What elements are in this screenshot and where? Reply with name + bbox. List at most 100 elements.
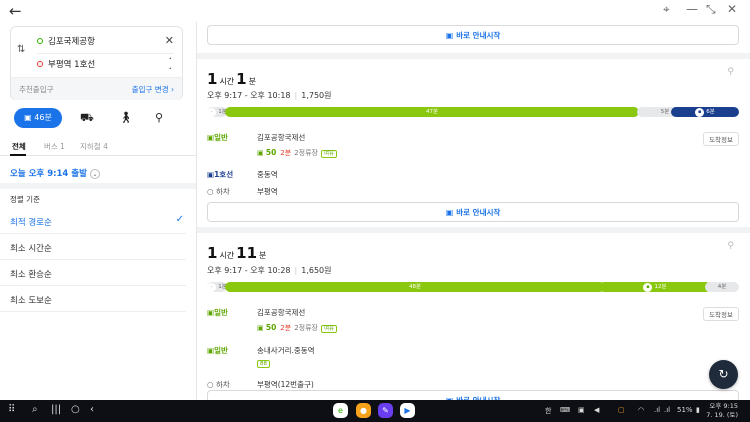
route-card-previous: ▣ 바로 안내시작 — [197, 22, 750, 53]
timeline-segment-bus: 47분 — [225, 107, 639, 117]
shrink-icon[interactable]: ⤡ — [706, 2, 716, 17]
sort-option-walk[interactable]: 최소 도보순 — [0, 286, 186, 312]
route-timeline: · 1분 47분 5분 ▪ 6분 — [207, 107, 739, 117]
leg-mode: ▣일반 — [207, 133, 228, 142]
back-icon[interactable]: ‹ — [90, 404, 94, 415]
apps-grid-icon[interactable]: ⠿ — [8, 404, 15, 415]
fare: 1,650원 — [301, 266, 332, 275]
system-taskbar: ⠿ ⌕ ||| ○ ‹ e ● ✎ ▶ 한 ⌨ ▣ ◀ ▢ ◠ .ıl .ıl … — [0, 400, 750, 422]
refresh-icon: ↻ — [718, 367, 729, 381]
battery-icon: ▮ — [696, 406, 700, 414]
arrival-info-button[interactable]: 도착정보 — [703, 307, 739, 321]
time-range: 오후 9:17 - 오후 10:28 — [207, 266, 291, 275]
left-panel: ⇅ 김포국제공항 ✕ 부평역 1호선 ··· 추천출입구 출입구 변경 › ▣ … — [0, 22, 196, 400]
arrival-info-button[interactable]: 도착정보 — [703, 132, 739, 146]
home-icon[interactable]: ○ — [71, 404, 80, 415]
leg-mode: ▣일반 — [207, 308, 228, 317]
bookmark-pin-icon[interactable]: ⚲ — [727, 67, 734, 77]
sort-option-optimal[interactable]: 최적 경로순 ✓ — [0, 208, 186, 234]
route-times: 오후 9:17 - 오후 10:18 | 1,750원 — [207, 91, 332, 100]
entrance-change-link[interactable]: 출입구 변경 › — [132, 84, 174, 95]
nav-button-label: 바로 안내시작 — [456, 31, 501, 40]
departure-text: 오늘 오후 9:14 출발 — [10, 169, 87, 179]
sort-option-transfer[interactable]: 최소 환승순 — [0, 260, 186, 286]
start-navigation-button[interactable]: ▣바로 안내시작 — [207, 202, 739, 222]
tab-bus[interactable]: 버스 1 — [44, 141, 65, 152]
route-results-list[interactable]: ▣ 바로 안내시작 1 시간 1 분 ⚲ 오후 9:17 - 오후 10:18 | 1,75… — [197, 22, 750, 400]
route-tabs: 전체 버스 1 지하철 4 — [0, 138, 196, 156]
minimize-icon[interactable]: — — [686, 2, 698, 16]
app-icon[interactable]: ● — [356, 403, 371, 418]
nav-button-label: 바로 안내시작 — [456, 208, 501, 217]
leg-stop: 김포공항국제선 — [257, 133, 306, 142]
mode-transit-button[interactable]: ▣ 46분 — [14, 108, 62, 128]
close-window-icon[interactable]: ✕ — [727, 2, 737, 16]
notes-app-icon[interactable]: ✎ — [378, 403, 393, 418]
route-times: 오후 9:17 - 오후 10:28 | 1,650원 — [207, 266, 332, 275]
route-card-next: ▣바로 안내시작 — [197, 388, 750, 400]
top-bar: ← ⌖ — ⤡ ✕ — [0, 0, 750, 22]
clock-time: 오후 9:15 — [709, 402, 738, 410]
screenshot-icon[interactable]: ▣ — [578, 406, 585, 414]
sort-title: 정렬 기준 — [10, 195, 40, 204]
origin-field[interactable]: 김포국제공항 — [37, 35, 95, 47]
keyboard-icon[interactable]: ⌨ — [560, 406, 570, 414]
volume-icon[interactable]: ◀ — [594, 406, 599, 414]
start-navigation-button[interactable]: ▣바로 안내시작 — [207, 25, 739, 45]
route-duration: 1 시간 1 분 — [207, 70, 256, 88]
edge-app-icon[interactable]: e — [333, 403, 348, 418]
transit-time: 46분 — [34, 113, 52, 122]
start-navigation-button[interactable]: ▣바로 안내시작 — [207, 390, 739, 400]
sort-option-label: 최소 도보순 — [10, 296, 52, 306]
bicycle-icon[interactable]: ⚲ — [155, 111, 163, 124]
back-arrow-icon[interactable]: ← — [9, 2, 22, 20]
pin-icon[interactable]: ⌖ — [663, 2, 670, 17]
alight-circle-icon: ○ — [207, 187, 214, 196]
bus-icon: ▪ — [643, 283, 653, 292]
timeline-segment-bus: ▪ 12분 — [599, 282, 711, 292]
recents-icon[interactable]: ||| — [51, 404, 61, 415]
route-card[interactable]: 1 시간 11 분 ⚲ 오후 9:17 - 오후 10:28 | 1,650원 · 1분 4… — [197, 233, 750, 400]
walk-icon: · — [207, 108, 217, 117]
bookmark-pin-icon[interactable]: ⚲ — [727, 241, 734, 251]
bus-icon: ▣ — [445, 31, 454, 40]
close-icon[interactable]: ✕ — [165, 34, 174, 47]
bus-icon: ▣ — [257, 324, 264, 332]
section-divider — [0, 183, 196, 189]
route-leg-alight: ○ 하차 부평역 — [207, 186, 739, 200]
leg-stop: 중동역 — [257, 170, 278, 179]
time-range: 오후 9:17 - 오후 10:18 — [207, 91, 291, 100]
sort-option-time[interactable]: 최소 시간순 — [0, 234, 186, 260]
sort-option-label: 최소 환승순 — [10, 270, 52, 280]
timeline-segment-walk: 4분 — [705, 282, 739, 292]
signal-icon: .ıl — [664, 406, 671, 414]
leg-stop: 부평역 — [257, 187, 278, 196]
route-input-card: ⇅ 김포국제공항 ✕ 부평역 1호선 ··· 추천출입구 출입구 변경 › — [10, 26, 183, 100]
search-icon[interactable]: ⌕ — [32, 404, 38, 415]
departure-time-selector[interactable]: 오늘 오후 9:14 출발 ⌄ — [10, 167, 100, 179]
walk-icon[interactable]: 🚶︎ — [119, 111, 133, 124]
swap-icon[interactable]: ⇅ — [17, 44, 25, 55]
entrance-bar: 추천출입구 출입구 변경 › — [11, 77, 182, 100]
notification-icon[interactable]: ▢ — [618, 406, 625, 414]
tab-subway[interactable]: 지하철 4 — [80, 141, 108, 152]
play-store-icon[interactable]: ▶ — [400, 403, 415, 418]
language-indicator[interactable]: 한 — [545, 406, 551, 416]
sort-option-label: 최소 시간순 — [10, 244, 52, 254]
leg-mode: ▣1호선 — [207, 170, 234, 179]
route-duration: 1 시간 11 분 — [207, 244, 267, 262]
route-leg-bus: ▣일반 김포공항국제선 도착정보 ▣ 50 2분 2정류장 여유 — [207, 307, 739, 337]
tab-all[interactable]: 전체 — [12, 141, 26, 152]
route-card[interactable]: 1 시간 1 분 ⚲ 오후 9:17 - 오후 10:18 | 1,750원 · 1분 47… — [197, 59, 750, 227]
route-timeline: · 1분 48분 ▪ 12분 4분 — [207, 282, 739, 292]
destination-field[interactable]: 부평역 1호선 — [37, 58, 95, 70]
app-window: ← ⌖ — ⤡ ✕ ⇅ 김포국제공항 ✕ 부평역 1호선 ··· 추천출입구 출… — [0, 0, 750, 400]
battery-percent: 51% — [677, 406, 693, 414]
route-leg-subway: ▣1호선 중동역 — [207, 169, 739, 183]
bus-arrival-info: ▣ 50 2분 2정류장 여유 — [257, 323, 338, 333]
car-icon[interactable]: ⛟ — [80, 111, 94, 126]
clock[interactable]: 오후 9:15 7. 19. (토) — [706, 402, 738, 420]
origin-dot-icon — [37, 38, 43, 44]
walk-icon: · — [207, 283, 217, 292]
refresh-button[interactable]: ↻ — [709, 360, 738, 389]
